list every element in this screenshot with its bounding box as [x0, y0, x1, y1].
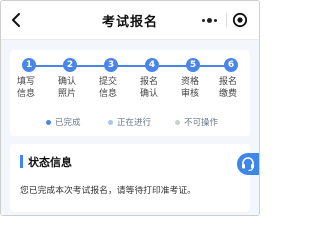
capsule-divider	[226, 13, 227, 27]
legend-label: 不可操作	[184, 118, 219, 128]
legend-label: 正在进行	[117, 118, 152, 128]
legend-completed: 已完成	[46, 116, 81, 128]
legend-unavailable: 不可操作	[175, 116, 218, 128]
step-label: 报名确认	[140, 77, 159, 99]
step-number: 5	[186, 58, 200, 72]
step-number: 1	[22, 58, 36, 72]
phone-frame: 考试报名 1 填写信息 2 确认照片 3 提交信息 4 报名确认 5 资格审核 …	[0, 0, 260, 216]
target-close-icon[interactable]	[232, 12, 248, 28]
nav-header: 考试报名	[1, 1, 259, 39]
section-accent-bar	[20, 155, 23, 168]
step-6: 6 报名缴费	[217, 58, 245, 100]
status-info-card: 状态信息 您已完成本次考试报名，请等待打印准考证。	[10, 144, 250, 212]
status-title: 状态信息	[28, 156, 72, 169]
legend-dot	[175, 119, 180, 125]
step-1: 1 填写信息	[15, 58, 43, 100]
step-label: 提交信息	[99, 77, 118, 99]
progress-steps-card: 1 填写信息 2 确认照片 3 提交信息 4 报名确认 5 资格审核 6 报名缴…	[10, 50, 250, 136]
step-2: 2 确认照片	[56, 58, 84, 100]
step-label: 报名缴费	[219, 77, 238, 99]
step-number: 3	[104, 58, 118, 72]
step-label: 填写信息	[17, 77, 36, 99]
content-area: 1 填写信息 2 确认照片 3 提交信息 4 报名确认 5 资格审核 6 报名缴…	[1, 40, 259, 215]
step-number: 4	[145, 58, 159, 72]
headset-support-icon[interactable]	[237, 153, 259, 175]
legend-in-progress: 正在进行	[108, 116, 151, 128]
step-label: 资格审核	[181, 77, 200, 99]
status-legend: 已完成 正在进行 不可操作	[10, 116, 250, 130]
step-4: 4 报名确认	[138, 58, 166, 100]
step-3: 3 提交信息	[97, 58, 125, 100]
more-dots-icon[interactable]	[202, 13, 220, 27]
legend-dot	[108, 119, 113, 125]
legend-label: 已完成	[55, 118, 81, 128]
step-label: 确认照片	[58, 77, 77, 99]
step-5: 5 资格审核	[179, 58, 207, 100]
legend-dot	[46, 119, 51, 125]
mini-program-capsule	[196, 9, 252, 31]
step-number: 6	[224, 58, 238, 72]
status-message: 您已完成本次考试报名，请等待打印准考证。	[20, 186, 196, 196]
step-number: 2	[63, 58, 77, 72]
